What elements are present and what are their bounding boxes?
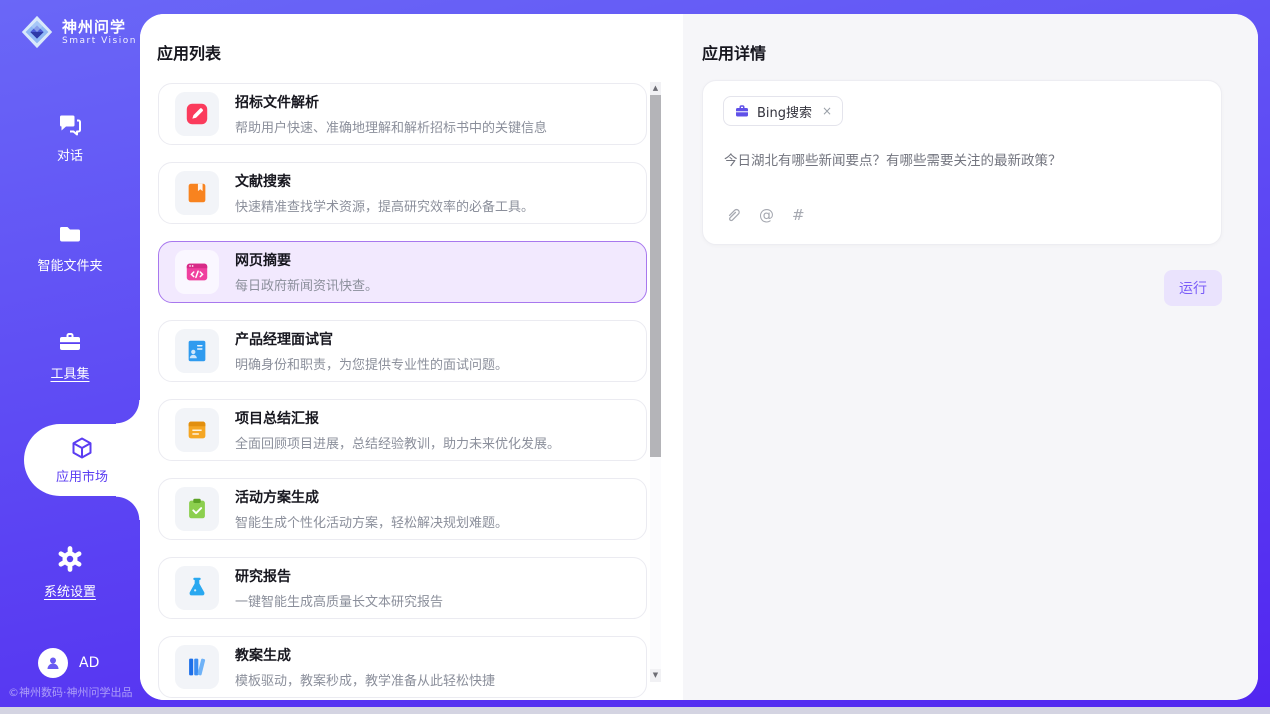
app-name: 网页摘要	[235, 250, 378, 270]
sidebar-item-label: 系统设置	[44, 581, 96, 600]
main-panel: 应用列表 招标文件解析 帮助用户快速、准确地理解和解析招标书中的关键信息	[140, 14, 1258, 700]
app-card-event-plan-generator[interactable]: 活动方案生成 智能生成个性化活动方案，轻松解决规划难题。	[158, 478, 647, 540]
app-card-bid-document-parsing[interactable]: 招标文件解析 帮助用户快速、准确地理解和解析招标书中的关键信息	[158, 83, 647, 145]
diamond-logo-icon	[18, 13, 56, 51]
scroll-up-button[interactable]: ▲	[650, 82, 661, 95]
app-name: 文献搜索	[235, 171, 534, 191]
folder-icon	[56, 220, 84, 248]
run-button[interactable]: 运行	[1164, 270, 1222, 306]
app-list-title: 应用列表	[157, 40, 221, 64]
sidebar-item-label: 智能文件夹	[37, 255, 102, 274]
app-card-literature-search[interactable]: 文献搜索 快速精准查找学术资源，提高研究效率的必备工具。	[158, 162, 647, 224]
tool-tag-label: Bing搜索	[757, 102, 812, 121]
app-name: 研究报告	[235, 566, 443, 586]
tag-close-icon[interactable]: ×	[822, 104, 832, 118]
active-tab-notch-top	[116, 400, 140, 424]
gear-icon	[55, 544, 85, 574]
books-icon	[175, 645, 219, 689]
app-name: 招标文件解析	[235, 92, 547, 112]
app-description: 全面回顾项目进展，总结经验教训，助力未来优化发展。	[235, 433, 560, 452]
paperclip-icon[interactable]	[724, 206, 741, 224]
toolbox-icon	[56, 328, 84, 356]
sidebar-item-label: 应用市场	[56, 466, 108, 485]
sidebar: 神州问学 Smart Vision 对话 智能文件夹 工具集	[0, 0, 140, 714]
sidebar-item-toolset[interactable]: 工具集	[0, 328, 140, 382]
pen-document-icon	[175, 92, 219, 136]
app-logo: 神州问学 Smart Vision	[18, 13, 137, 51]
sidebar-item-app-market-active[interactable]: 应用市场	[24, 424, 140, 496]
chat-icon	[56, 110, 84, 138]
report-notes-icon	[175, 408, 219, 452]
app-description: 每日政府新闻资讯快查。	[235, 275, 378, 294]
app-card-web-summary-selected[interactable]: 网页摘要 每日政府新闻资讯快查。	[158, 241, 647, 303]
sidebar-item-system-settings[interactable]: 系统设置	[0, 544, 140, 600]
app-name: 活动方案生成	[235, 487, 508, 507]
bottom-edge-strip	[0, 707, 1270, 714]
sidebar-item-chat[interactable]: 对话	[0, 110, 140, 164]
briefcase-icon	[734, 103, 750, 119]
app-description: 一键智能生成高质量长文本研究报告	[235, 591, 443, 610]
app-detail-pane: 应用详情 Bing搜索 × 今日湖北有哪些新闻要点？有哪些需要关注的最新政策？ …	[683, 14, 1258, 700]
avatar	[38, 648, 68, 678]
tool-tag-bing-search[interactable]: Bing搜索 ×	[723, 96, 843, 126]
sidebar-item-label: 工具集	[50, 363, 89, 382]
person-icon	[45, 655, 61, 671]
book-icon	[175, 171, 219, 215]
mention-icon[interactable]: @	[759, 206, 774, 224]
sidebar-item-label: 对话	[57, 145, 83, 164]
clipboard-check-icon	[175, 487, 219, 531]
copyright-text: ©神州数码·神州问学出品	[8, 684, 148, 700]
brand-tagline: Smart Vision	[62, 36, 137, 46]
brand-name: 神州问学	[62, 18, 137, 36]
app-description: 明确身份和职责，为您提供专业性的面试问题。	[235, 354, 508, 373]
app-description: 快速精准查找学术资源，提高研究效率的必备工具。	[235, 196, 534, 215]
hash-icon[interactable]: #	[792, 206, 805, 224]
app-description: 模板驱动，教案秒成，教学准备从此轻松快捷	[235, 670, 495, 689]
resume-person-icon	[175, 329, 219, 373]
query-input-card[interactable]: Bing搜索 × 今日湖北有哪些新闻要点？有哪些需要关注的最新政策？ @ #	[702, 80, 1222, 245]
app-card-research-report[interactable]: 研究报告 一键智能生成高质量长文本研究报告	[158, 557, 647, 619]
app-card-project-summary[interactable]: 项目总结汇报 全面回顾项目进展，总结经验教训，助力未来优化发展。	[158, 399, 647, 461]
sidebar-item-smart-folder[interactable]: 智能文件夹	[0, 220, 140, 274]
app-card-lesson-plan-generator[interactable]: 教案生成 模板驱动，教案秒成，教学准备从此轻松快捷	[158, 636, 647, 698]
app-name: 教案生成	[235, 645, 495, 665]
app-description: 智能生成个性化活动方案，轻松解决规划难题。	[235, 512, 508, 531]
app-name: 项目总结汇报	[235, 408, 560, 428]
flask-icon	[175, 566, 219, 610]
user-initials: AD	[79, 655, 99, 671]
browser-code-icon	[175, 250, 219, 294]
app-list-pane: 应用列表 招标文件解析 帮助用户快速、准确地理解和解析招标书中的关键信息	[140, 14, 683, 700]
scroll-down-button[interactable]: ▼	[650, 669, 661, 682]
cube-icon	[68, 434, 96, 462]
user-account[interactable]: AD	[38, 648, 99, 678]
app-list-scrollbar[interactable]: ▲ ▼	[650, 82, 661, 682]
scrollbar-thumb[interactable]	[650, 95, 661, 457]
app-card-pm-interviewer[interactable]: 产品经理面试官 明确身份和职责，为您提供专业性的面试问题。	[158, 320, 647, 382]
app-name: 产品经理面试官	[235, 329, 508, 349]
query-text[interactable]: 今日湖北有哪些新闻要点？有哪些需要关注的最新政策？	[724, 149, 1199, 169]
composer-toolbar: @ #	[724, 206, 805, 224]
app-detail-title: 应用详情	[702, 40, 766, 64]
active-tab-notch-bottom	[116, 496, 140, 520]
app-description: 帮助用户快速、准确地理解和解析招标书中的关键信息	[235, 117, 547, 136]
app-card-list: 招标文件解析 帮助用户快速、准确地理解和解析招标书中的关键信息 文献搜索 快速精…	[158, 83, 647, 698]
